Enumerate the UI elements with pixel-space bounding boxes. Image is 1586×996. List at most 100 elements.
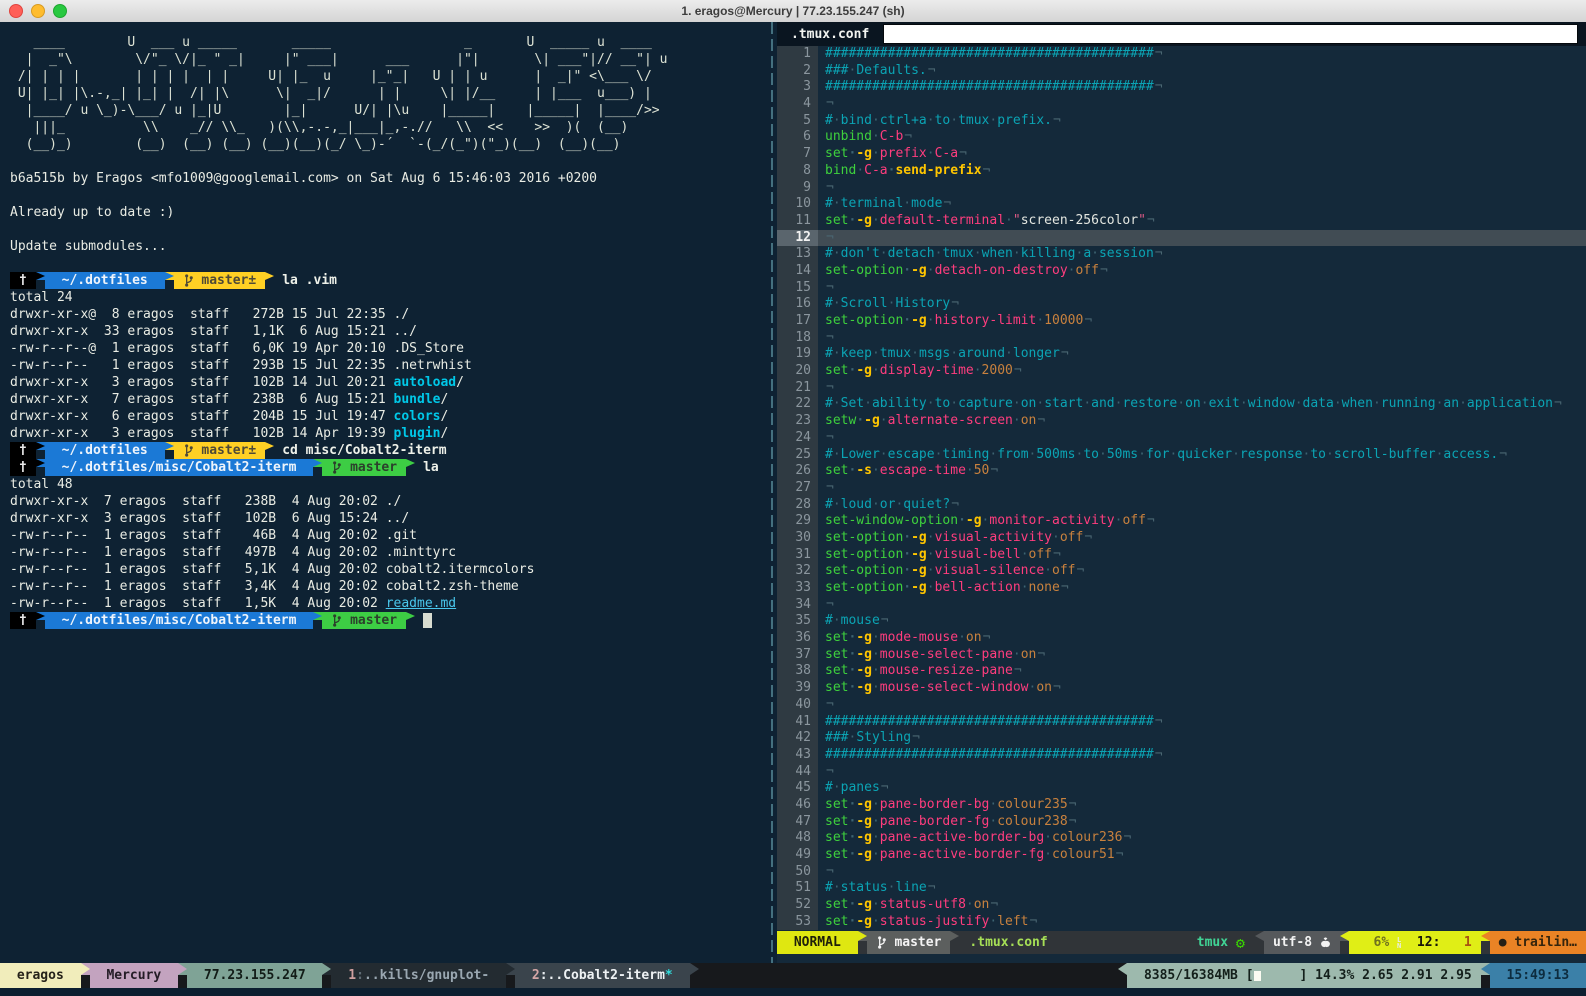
blank-line xyxy=(10,221,767,238)
vim-line-number: 29 xyxy=(777,513,818,530)
vim-code-text: ¬ xyxy=(818,864,1586,881)
vim-code-text: set·-g·status-justify·left¬ xyxy=(818,914,1586,931)
vim-line: 4¬ xyxy=(777,96,1586,113)
window-bottom-edge xyxy=(0,988,1586,996)
prompt-status-segment: † xyxy=(10,442,36,459)
ascii-art-line: /| | | | | | | | | | U| |_ u |_"_| U | |… xyxy=(10,68,767,85)
vim-code-text: #·loud·or·quiet?¬ xyxy=(818,497,1586,514)
dagger-icon: † xyxy=(19,459,27,476)
file-name: .git xyxy=(386,527,417,544)
vim-line-number: 24 xyxy=(777,430,818,447)
vim-line: 5#·bind·ctrl+a·to·tmux·prefix.¬ xyxy=(777,113,1586,130)
submodule-status-line: Update submodules... xyxy=(10,238,767,255)
powerline-separator xyxy=(690,963,699,975)
vim-line-number: 31 xyxy=(777,547,818,564)
dagger-icon: † xyxy=(19,612,27,629)
vim-line-number: 52 xyxy=(777,897,818,914)
powerline-separator xyxy=(506,963,515,975)
vim-code-text: #·keep·tmux·msgs·around·longer¬ xyxy=(818,346,1586,363)
vim-line: 44¬ xyxy=(777,764,1586,781)
file-name: ./ xyxy=(386,493,402,510)
vim-line: 26set·-s·escape-time·50¬ xyxy=(777,463,1586,480)
vim-code-text: ########################################… xyxy=(818,46,1586,63)
vim-line-number: 16 xyxy=(777,296,818,313)
vim-line: 18¬ xyxy=(777,330,1586,347)
file-name[interactable]: readme.md xyxy=(386,595,456,612)
tmux-user-segment: eragos xyxy=(0,963,81,988)
command-text: la .vim xyxy=(274,272,337,289)
powerline-separator xyxy=(1118,963,1127,975)
vim-pane[interactable]: .tmux.conf 1############################… xyxy=(777,22,1586,963)
vim-line-number: 34 xyxy=(777,597,818,614)
vim-line: 48set·-g·pane-active-border-bg·colour236… xyxy=(777,830,1586,847)
git-branch-icon xyxy=(331,613,342,628)
tmux-window-1[interactable]: 1:..kills/gnuplot- xyxy=(331,963,506,988)
vim-code-text: ¬ xyxy=(818,380,1586,397)
vim-code-text: #·mouse¬ xyxy=(818,613,1586,630)
vim-line: 23setw·-g·alternate-screen·on¬ xyxy=(777,413,1586,430)
powerline-separator xyxy=(406,459,415,467)
tmux-pane-border[interactable] xyxy=(767,22,777,963)
vim-code-text: ###·Styling¬ xyxy=(818,730,1586,747)
vim-code-text: #·Lower·escape·timing·from·500ms·to·50ms… xyxy=(818,447,1586,464)
vim-line: 6unbind·C-b¬ xyxy=(777,129,1586,146)
gear-icon: ⚙ xyxy=(1236,934,1245,952)
vim-line-number: 7 xyxy=(777,146,818,163)
vim-line: 7set·-g·prefix·C-a¬ xyxy=(777,146,1586,163)
vim-line: 20set·-g·display-time·2000¬ xyxy=(777,363,1586,380)
vim-line: 51#·status·line¬ xyxy=(777,880,1586,897)
vim-line-number: 14 xyxy=(777,263,818,280)
command-text: la xyxy=(415,459,439,476)
vim-tab-tmux-conf[interactable]: .tmux.conf xyxy=(777,27,881,42)
vim-line-number: 4 xyxy=(777,96,818,113)
vim-line: 41######################################… xyxy=(777,714,1586,731)
vim-code-text: ¬ xyxy=(818,597,1586,614)
vim-line: 1#######################################… xyxy=(777,46,1586,63)
powerline-separator xyxy=(36,272,45,280)
vim-line: 15¬ xyxy=(777,280,1586,297)
vim-line: 24¬ xyxy=(777,430,1586,447)
vim-line-number: 3 xyxy=(777,79,818,96)
vim-line-number: 9 xyxy=(777,180,818,197)
tmux-window-2[interactable]: 2:..Cobalt2-iterm* xyxy=(515,963,690,988)
powerline-separator xyxy=(1340,931,1349,941)
vim-line: 21¬ xyxy=(777,380,1586,397)
vim-line: 22#·Set·ability·to·capture·on·start·and·… xyxy=(777,396,1586,413)
vim-line-number: 11 xyxy=(777,213,818,230)
vim-line-number: 23 xyxy=(777,413,818,430)
file-name: autoload xyxy=(394,374,457,391)
vim-line: 45#·panes¬ xyxy=(777,780,1586,797)
vim-line-number: 38 xyxy=(777,663,818,680)
prompt-git-segment: master± xyxy=(174,272,266,289)
vim-line: 42###·Styling¬ xyxy=(777,730,1586,747)
tmux-indicator: tmux xyxy=(1197,935,1236,950)
prompt-status-segment: † xyxy=(10,272,36,289)
vim-buffer[interactable]: 1#######################################… xyxy=(777,46,1586,930)
vim-line-number: 42 xyxy=(777,730,818,747)
powerline-separator xyxy=(165,442,174,450)
vim-line-number: 13 xyxy=(777,246,818,263)
ascii-art-line: U| |_| |\.-,_| |_| | /| |\ \| _|/ | | \|… xyxy=(10,85,767,102)
vim-line: 49set·-g·pane-active-border-fg·colour51¬ xyxy=(777,847,1586,864)
powerline-separator xyxy=(322,963,331,975)
vim-line-number: 32 xyxy=(777,563,818,580)
shell-pane[interactable]: ____ U ___ u _____ _____ _ U _____ u ___… xyxy=(0,22,767,963)
vim-line-number: 5 xyxy=(777,113,818,130)
vim-line-number: 36 xyxy=(777,630,818,647)
window-title: 1. eragos@Mercury | 77.23.155.247 (sh) xyxy=(0,4,1586,18)
terminal-cursor xyxy=(423,613,432,628)
vim-line-number: 17 xyxy=(777,313,818,330)
vim-line-number: 40 xyxy=(777,697,818,714)
vim-line-number: 26 xyxy=(777,463,818,480)
git-branch-icon xyxy=(183,443,194,458)
vim-code-text: #·don't·detach·tmux·when·killing·a·sessi… xyxy=(818,246,1586,263)
vim-line: 53set·-g·status-justify·left¬ xyxy=(777,914,1586,931)
vim-tabline: .tmux.conf xyxy=(777,22,1586,46)
vim-line: 52set·-g·status-utf8·on¬ xyxy=(777,897,1586,914)
prompt-git-segment: master xyxy=(322,612,406,629)
vim-line-number: 41 xyxy=(777,714,818,731)
vim-code-text: ¬ xyxy=(818,96,1586,113)
git-branch-icon xyxy=(183,273,194,288)
vim-code-text: set·-g·status-utf8·on¬ xyxy=(818,897,1586,914)
vim-line-number: 33 xyxy=(777,580,818,597)
